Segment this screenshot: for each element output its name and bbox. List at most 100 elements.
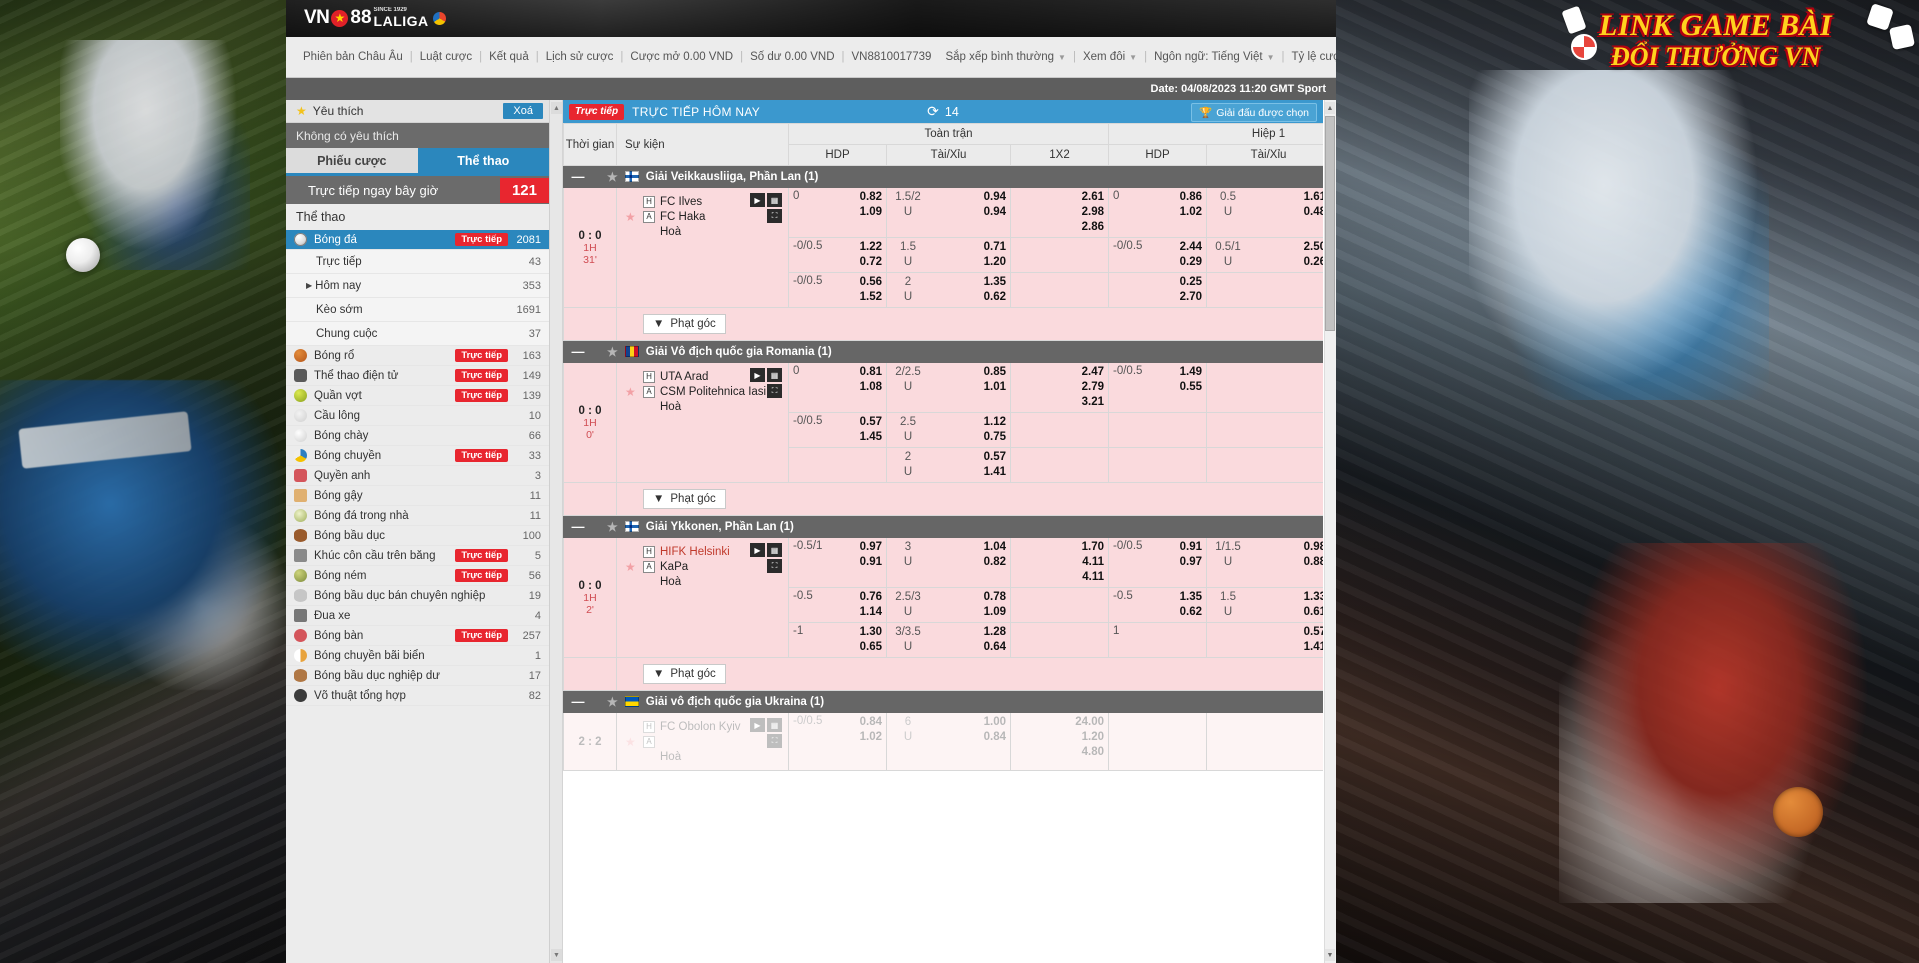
odds-value[interactable]: 1.22: [860, 240, 882, 255]
odds-value[interactable]: 1.20: [1015, 730, 1104, 745]
favorite-star-icon[interactable]: ★: [625, 385, 636, 399]
ft-ou-cell[interactable]: 1.5 U 0.71 1.20: [886, 237, 1011, 273]
expand-arrow-icon[interactable]: ▶: [306, 281, 312, 290]
odds-value[interactable]: 0.91: [860, 555, 882, 570]
odds-value[interactable]: 0.57: [1304, 625, 1323, 640]
ft-1x2-cell[interactable]: 2.47 2.79 3.21: [1009, 362, 1110, 413]
odds-value[interactable]: 1.52: [860, 290, 882, 305]
h1-hdp-cell[interactable]: -0/0.5 1.49 0.55: [1108, 362, 1208, 413]
odds-value[interactable]: 0.88: [1304, 555, 1323, 570]
odds-value[interactable]: 1.70: [1015, 540, 1104, 555]
odds-value[interactable]: 0.97: [860, 540, 882, 555]
odds-value[interactable]: 1.09: [984, 605, 1006, 620]
favorite-star-icon[interactable]: ★: [625, 210, 636, 224]
ft-ou-cell[interactable]: 2 U 0.57 1.41: [886, 447, 1011, 483]
sidebar-item-b-ng-chuy-n[interactable]: Bóng chuyền Trực tiếp 33: [286, 446, 549, 466]
ft-hdp-cell[interactable]: [788, 447, 887, 483]
odds-value[interactable]: 1.08: [860, 380, 882, 395]
odds-value[interactable]: 2.79: [1015, 380, 1104, 395]
stats-grid-icon[interactable]: ▦: [767, 543, 782, 557]
site-logo[interactable]: VN ★ 88 SINCE 1929 LALIGA: [304, 7, 446, 29]
play-video-icon[interactable]: ▶: [750, 718, 765, 732]
h1-ou-cell[interactable]: [1206, 272, 1323, 308]
odds-value[interactable]: 1.41: [984, 465, 1006, 480]
h1-ou-cell[interactable]: [1206, 712, 1323, 771]
favorite-star-icon[interactable]: ★: [625, 560, 636, 574]
tab-sports[interactable]: Thể thao: [417, 148, 549, 173]
ft-1x2-cell[interactable]: 2.61 2.98 2.86: [1009, 187, 1110, 238]
h1-ou-cell[interactable]: [1206, 362, 1323, 413]
ft-1x2-cell[interactable]: [1009, 622, 1110, 658]
odds-value[interactable]: 0.29: [1180, 255, 1202, 270]
nav-item-balance[interactable]: Số dư 0.00 VND: [743, 51, 841, 63]
odds-value[interactable]: 2.50: [1304, 240, 1323, 255]
odds-value[interactable]: 0.94: [984, 190, 1006, 205]
odds-value[interactable]: 0.55: [1180, 380, 1202, 395]
odds-value[interactable]: 1.20: [984, 255, 1006, 270]
live-now-bar[interactable]: Trực tiếp ngay bây giờ 121: [286, 176, 549, 204]
play-video-icon[interactable]: ▶: [750, 543, 765, 557]
pitch-view-icon[interactable]: ⛶: [767, 384, 782, 398]
odds-value[interactable]: 0.75: [984, 430, 1006, 445]
odds-value[interactable]: 0.62: [984, 290, 1006, 305]
draw-row[interactable]: Hoà: [643, 399, 782, 414]
clear-favorites-button[interactable]: Xoá: [503, 103, 543, 119]
odds-value[interactable]: 0.81: [860, 365, 882, 380]
scrollbar-down-icon[interactable]: ▼: [1325, 949, 1335, 961]
odds-value[interactable]: 0.57: [860, 415, 882, 430]
odds-value[interactable]: 1.09: [860, 205, 882, 220]
ft-hdp-cell[interactable]: -0/0.5 0.56 1.52: [788, 272, 887, 308]
h1-hdp-cell[interactable]: -0.5 1.35 0.62: [1108, 587, 1208, 623]
collapse-icon[interactable]: —: [572, 695, 585, 708]
collapse-icon[interactable]: —: [572, 520, 585, 533]
nav-item-open-bets[interactable]: Cược mở 0.00 VND: [623, 51, 740, 63]
stats-grid-icon[interactable]: ▦: [767, 368, 782, 382]
sidebar-item-qu-n-v-t[interactable]: Quần vợt Trực tiếp 139: [286, 386, 549, 406]
corner-kick-toggle[interactable]: ▼ Phạt góc: [643, 314, 726, 334]
odds-value[interactable]: 0.84: [860, 715, 882, 730]
favorite-star-icon[interactable]: ★: [607, 520, 618, 534]
ft-hdp-cell[interactable]: 0 0.82 1.09: [788, 187, 887, 238]
odds-value[interactable]: 1.41: [1304, 640, 1323, 655]
odds-value[interactable]: 0.76: [860, 590, 882, 605]
ft-1x2-cell[interactable]: [1009, 272, 1110, 308]
odds-value[interactable]: 1.04: [984, 540, 1006, 555]
ft-hdp-cell[interactable]: -0/0.5 0.84 1.02: [788, 712, 887, 771]
sidebar-item-kh-c-c-n-c-u-tr-n-b-ng[interactable]: Khúc côn cầu trên băng Trực tiếp 5: [286, 546, 549, 566]
odds-value[interactable]: 1.02: [860, 730, 882, 745]
h1-hdp-cell[interactable]: 0.25 2.70: [1108, 272, 1208, 308]
ft-ou-cell[interactable]: 1.5/2 U 0.94 0.94: [886, 187, 1011, 238]
scroll-up-icon[interactable]: ▲: [551, 102, 562, 114]
ft-1x2-cell[interactable]: [1009, 412, 1110, 448]
ft-ou-cell[interactable]: 2.5 U 1.12 0.75: [886, 412, 1011, 448]
stats-grid-icon[interactable]: ▦: [767, 718, 782, 732]
odds-value[interactable]: 0.82: [984, 555, 1006, 570]
sidebar-item-b-ng-trong-nh[interactable]: Bóng đá trong nhà 11: [286, 506, 549, 526]
ft-1x2-cell[interactable]: [1009, 587, 1110, 623]
favorite-star-icon[interactable]: ★: [607, 170, 618, 184]
sidebar-item-c-u-l-ng[interactable]: Cầu lông 10: [286, 406, 549, 426]
pitch-view-icon[interactable]: ⛶: [767, 734, 782, 748]
odds-value[interactable]: 0.85: [984, 365, 1006, 380]
sidebar-item-b-ng-r[interactable]: Bóng rổ Trực tiếp 163: [286, 346, 549, 366]
sidebar-item-v-thu-t-t-ng-h-p[interactable]: Võ thuật tổng hợp 82: [286, 686, 549, 706]
odds-value[interactable]: 1.28: [984, 625, 1006, 640]
sidebar-subitem-h-m-nay[interactable]: ▶ Hôm nay 353: [286, 274, 549, 298]
odds-value[interactable]: 0.84: [984, 730, 1006, 745]
odds-value[interactable]: 2.98: [1015, 205, 1104, 220]
ft-1x2-cell[interactable]: [1009, 447, 1110, 483]
draw-row[interactable]: Hoà: [643, 224, 782, 239]
h1-ou-cell[interactable]: 1.5 U 1.33 0.61: [1206, 587, 1323, 623]
ft-ou-cell[interactable]: 2.5/3 U 0.78 1.09: [886, 587, 1011, 623]
odds-value[interactable]: 24.00: [1015, 715, 1104, 730]
odds-value[interactable]: 1.33: [1304, 590, 1323, 605]
pitch-view-icon[interactable]: ⛶: [767, 559, 782, 573]
h1-ou-cell[interactable]: 0.5/1 U 2.50 0.26: [1206, 237, 1323, 273]
odds-value[interactable]: 4.11: [1015, 570, 1104, 585]
odds-value[interactable]: 2.86: [1015, 220, 1104, 235]
h1-hdp-cell[interactable]: -0/0.5 0.91 0.97: [1108, 537, 1208, 588]
odds-value[interactable]: 0.97: [1180, 555, 1202, 570]
sidebar-item-b-ng-b-u-d-c[interactable]: Bóng bầu dục 100: [286, 526, 549, 546]
h1-ou-cell[interactable]: 1/1.5 U 0.98 0.88: [1206, 537, 1323, 588]
odds-value[interactable]: 2.47: [1015, 365, 1104, 380]
